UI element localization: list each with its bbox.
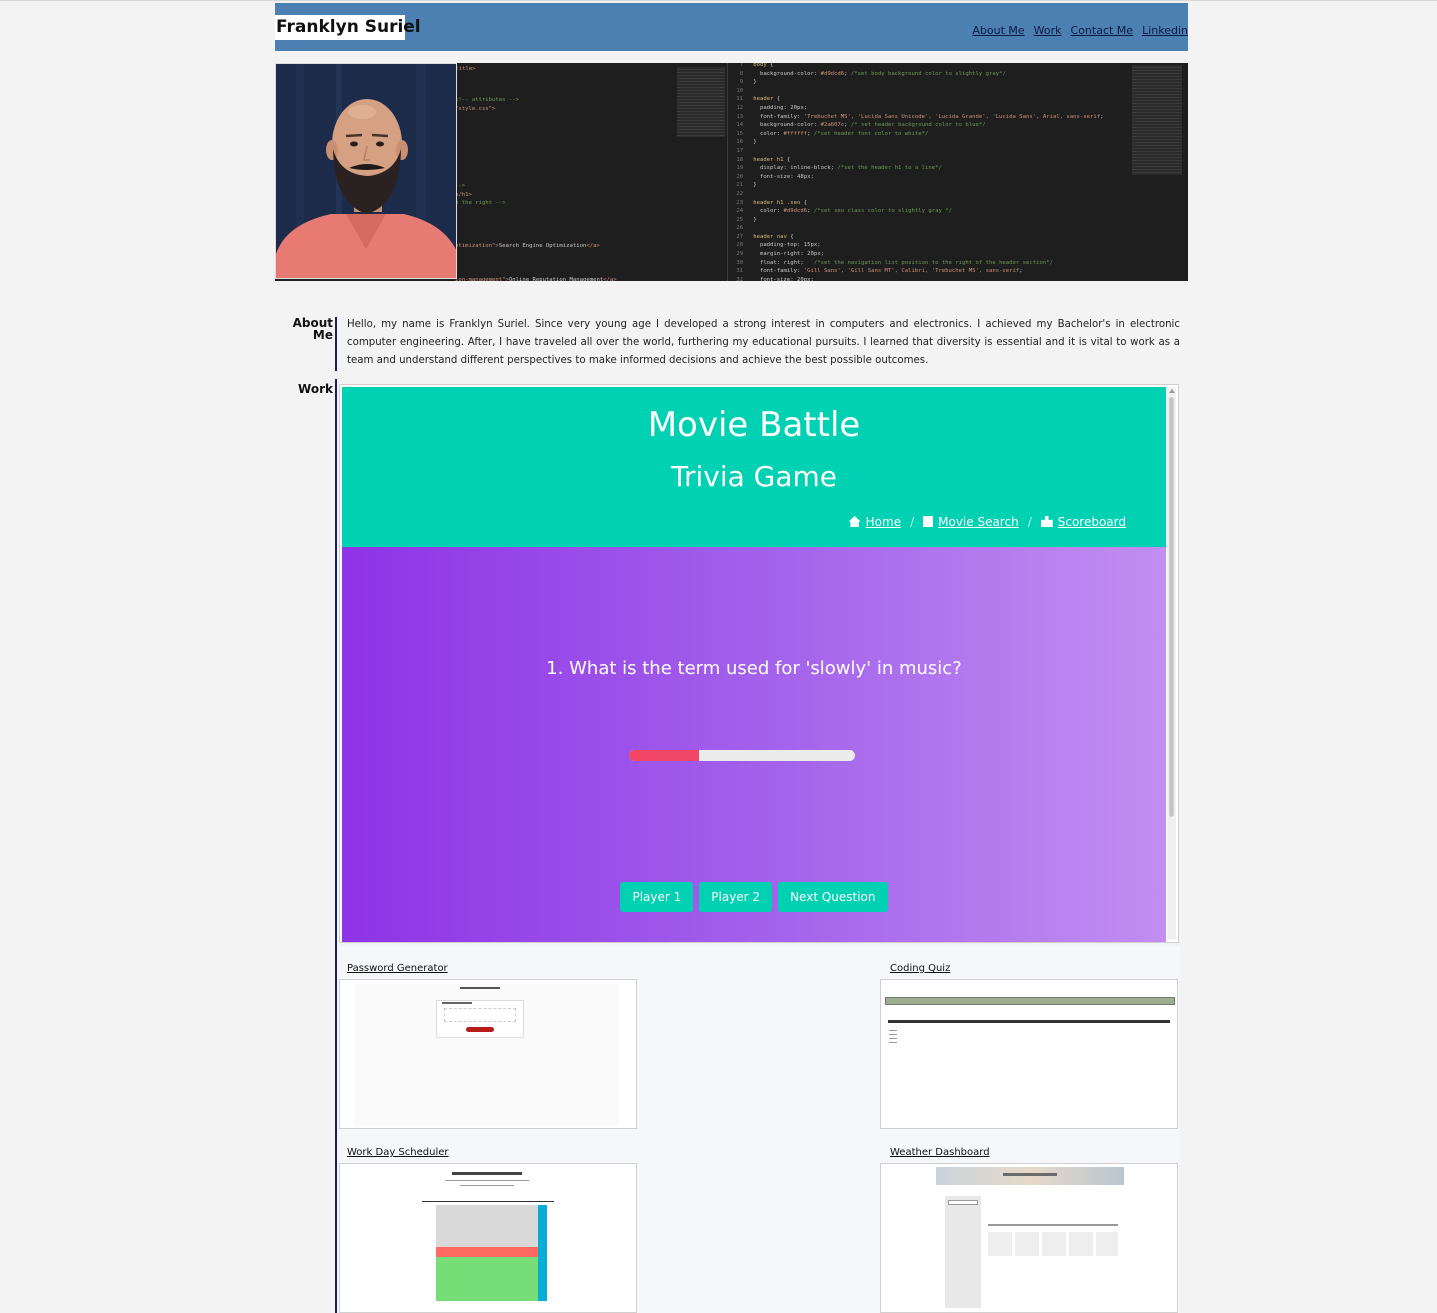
scroll-up-arrow-icon[interactable]: [1169, 389, 1175, 393]
next-question-button[interactable]: Next Question: [778, 882, 888, 912]
breadcrumb-scoreboard[interactable]: Scoreboard: [1040, 515, 1126, 529]
main-nav: About Me Work Contact Me Linkedin: [972, 24, 1188, 37]
work-heading: Work: [298, 382, 333, 396]
movie-battle-header: Movie Battle Trivia Game Home / Movie Se…: [342, 387, 1166, 547]
project-thumbnail-coding-quiz[interactable]: [880, 979, 1178, 1129]
project-link-password-generator[interactable]: Password Generator: [347, 963, 448, 974]
projects-grid: Password Generator Coding Quiz Work Day …: [339, 946, 1180, 1313]
breadcrumb-movie-search-label: Movie Search: [938, 515, 1019, 529]
project-link-weather-dashboard[interactable]: Weather Dashboard: [890, 1147, 990, 1158]
site-title: Franklyn Suriel: [275, 15, 421, 40]
embed-scrollbar[interactable]: [1167, 387, 1176, 940]
breadcrumb-home-label: Home: [865, 515, 902, 529]
breadcrumb-separator: /: [1027, 515, 1032, 529]
breadcrumb-scoreboard-label: Scoreboard: [1057, 515, 1126, 529]
about-me-text: Hello, my name is Franklyn Suriel. Since…: [347, 319, 1180, 366]
progress-fill: [629, 750, 700, 761]
featured-project-embed[interactable]: Movie Battle Trivia Game Home / Movie Se…: [339, 384, 1179, 943]
breadcrumb-movie-search[interactable]: Movie Search: [923, 515, 1019, 529]
code-snippet-1: <!-- attributes --> /style.css"> --> n/h…: [455, 97, 617, 281]
site-header: Franklyn Suriel About Me Work Contact Me…: [275, 3, 1188, 51]
game-buttons: Player 1 Player 2 Next Question: [342, 882, 1166, 912]
player-1-button[interactable]: Player 1: [620, 882, 694, 912]
nav-contact-me[interactable]: Contact Me: [1071, 24, 1134, 37]
timer-progress-bar: [629, 750, 855, 761]
scrollbar-thumb[interactable]: [1169, 397, 1174, 817]
minimap-left: [677, 67, 725, 137]
project-thumbnail-weather-dashboard[interactable]: [880, 1163, 1178, 1313]
breadcrumb-separator: /: [910, 515, 915, 529]
movie-battle-subtitle: Trivia Game: [670, 460, 838, 493]
project-thumbnail-password-generator[interactable]: [339, 979, 637, 1129]
about-divider: [335, 317, 337, 371]
breadcrumb-home[interactable]: Home: [848, 515, 902, 529]
puzzle-icon: [1040, 516, 1053, 527]
hero-banner: <title> <!-- attributes --> /style.css">…: [275, 63, 1188, 281]
trivia-question: 1. What is the term used for 'slowly' in…: [546, 658, 962, 679]
project-link-work-day-scheduler[interactable]: Work Day Scheduler: [347, 1147, 449, 1158]
minimap-right: [1132, 65, 1182, 175]
nav-work[interactable]: Work: [1034, 24, 1062, 37]
nav-linkedin[interactable]: Linkedin: [1142, 24, 1188, 37]
breadcrumb: Home / Movie Search / Scoreboard: [848, 515, 1126, 529]
project-thumbnail-work-day-scheduler[interactable]: [339, 1163, 637, 1313]
work-divider: [335, 379, 337, 1313]
profile-photo: [275, 63, 457, 279]
book-icon: [923, 516, 934, 527]
code-snippet-2: 7 body { 8 background-color: #d9dcd6; /*…: [733, 63, 1104, 281]
player-2-button[interactable]: Player 2: [699, 882, 773, 912]
movie-battle-title: Movie Battle: [647, 405, 861, 445]
home-icon: [848, 516, 861, 527]
about-me-heading: About Me: [292, 316, 333, 342]
nav-about-me[interactable]: About Me: [972, 24, 1024, 37]
trivia-game-panel: 1. What is the term used for 'slowly' in…: [342, 547, 1166, 942]
project-link-coding-quiz[interactable]: Coding Quiz: [890, 963, 950, 974]
